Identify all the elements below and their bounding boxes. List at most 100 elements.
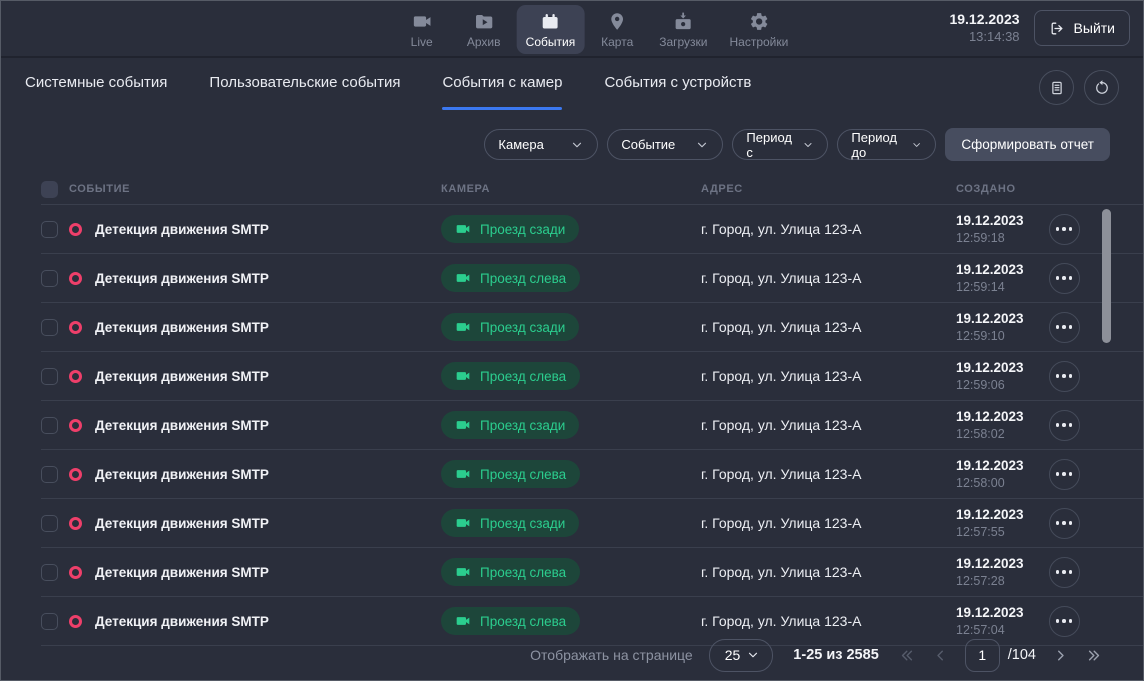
next-page-button[interactable] <box>1052 647 1069 664</box>
chevron-down-icon <box>570 138 584 152</box>
table-header-row: СОБЫТИЕ КАМЕРА АДРЕС СОЗДАНО <box>41 174 1143 205</box>
camera-badge[interactable]: Проезд слева <box>441 460 580 488</box>
camera-icon <box>455 221 471 237</box>
camera-badge[interactable]: Проезд слева <box>441 264 580 292</box>
nav-item-events[interactable]: События <box>517 5 585 54</box>
row-checkbox[interactable] <box>41 319 58 336</box>
scrollbar-thumb[interactable] <box>1102 209 1111 343</box>
report-journal-button[interactable] <box>1039 70 1074 105</box>
row-actions-button[interactable] <box>1049 263 1080 294</box>
row-checkbox[interactable] <box>41 515 58 532</box>
tab-system-events[interactable]: Системные события <box>25 74 167 110</box>
table-row: Детекция движения SMTP Проезд сзади г. Г… <box>41 205 1143 254</box>
table-row: Детекция движения SMTP Проезд сзади г. Г… <box>41 303 1143 352</box>
nav-label: Карта <box>601 35 633 49</box>
row-actions-button[interactable] <box>1049 410 1080 441</box>
nav-item-live[interactable]: Live <box>393 5 451 54</box>
chevron-down-icon <box>911 138 922 152</box>
motion-event-ring-icon <box>69 370 82 383</box>
table-row: Детекция движения SMTP Проезд сзади г. Г… <box>41 401 1143 450</box>
tab-camera-events[interactable]: События с камер <box>442 74 562 110</box>
camera-badge[interactable]: Проезд слева <box>441 558 580 586</box>
row-checkbox[interactable] <box>41 564 58 581</box>
row-actions-button[interactable] <box>1049 214 1080 245</box>
table-row: Детекция движения SMTP Проезд слева г. Г… <box>41 352 1143 401</box>
motion-event-ring-icon <box>69 321 82 334</box>
total-pages-label: /104 <box>1008 647 1036 663</box>
row-actions-button[interactable] <box>1049 557 1080 588</box>
event-name: Детекция движения SMTP <box>95 565 269 580</box>
row-checkbox[interactable] <box>41 221 58 238</box>
nav-item-settings[interactable]: Настройки <box>721 5 798 54</box>
per-page-label: Отображать на странице <box>530 647 693 663</box>
camera-name: Проезд слева <box>480 467 566 482</box>
app-window: Live Архив События Карта Загрузки Настро… <box>0 0 1144 681</box>
header-created: СОЗДАНО <box>956 183 1016 195</box>
created-cell: 19.12.2023 12:59:18 <box>956 212 1036 246</box>
per-page-select[interactable]: 25 <box>709 639 774 672</box>
current-page-input[interactable]: 1 <box>965 639 1000 672</box>
nav-label: Загрузки <box>659 35 707 49</box>
event-address: г. Город, ул. Улица 123-А <box>701 515 956 531</box>
row-actions-button[interactable] <box>1049 312 1080 343</box>
refresh-icon <box>1093 79 1111 97</box>
camera-badge[interactable]: Проезд сзади <box>441 509 579 537</box>
camera-badge[interactable]: Проезд сзади <box>441 313 579 341</box>
event-name: Детекция движения SMTP <box>95 369 269 384</box>
period-from-dropdown[interactable]: Период с <box>732 129 828 160</box>
nav-item-map[interactable]: Карта <box>588 5 646 54</box>
row-checkbox[interactable] <box>41 613 58 630</box>
row-actions-button[interactable] <box>1049 606 1080 637</box>
last-page-button[interactable] <box>1085 647 1102 664</box>
video-camera-icon <box>411 11 432 32</box>
camera-badge[interactable]: Проезд сзади <box>441 215 579 243</box>
event-address: г. Город, ул. Улица 123-А <box>701 319 956 335</box>
event-address: г. Город, ул. Улица 123-А <box>701 417 956 433</box>
created-date: 19.12.2023 <box>956 261 1036 279</box>
created-cell: 19.12.2023 12:57:04 <box>956 604 1036 638</box>
range-label: 1-25 из 2585 <box>793 647 878 663</box>
event-address: г. Город, ул. Улица 123-А <box>701 466 956 482</box>
camera-badge[interactable]: Проезд сзади <box>441 411 579 439</box>
tab-device-events[interactable]: События с устройств <box>604 74 751 110</box>
nav-label: События <box>526 35 576 49</box>
nav-item-archive[interactable]: Архив <box>455 5 513 54</box>
camera-icon <box>455 515 471 531</box>
nav-item-uploads[interactable]: Загрузки <box>650 5 716 54</box>
motion-event-ring-icon <box>69 272 82 285</box>
row-checkbox[interactable] <box>41 270 58 287</box>
motion-event-ring-icon <box>69 223 82 236</box>
camera-download-icon <box>673 11 694 32</box>
created-cell: 19.12.2023 12:57:28 <box>956 555 1036 589</box>
row-actions-button[interactable] <box>1049 361 1080 392</box>
chevron-left-icon <box>932 647 949 664</box>
camera-filter-dropdown[interactable]: Камера <box>484 129 598 160</box>
row-actions-button[interactable] <box>1049 508 1080 539</box>
camera-badge[interactable]: Проезд слева <box>441 607 580 635</box>
logout-icon <box>1049 20 1066 37</box>
select-all-checkbox[interactable] <box>41 181 58 198</box>
refresh-button[interactable] <box>1084 70 1119 105</box>
event-filter-dropdown[interactable]: Событие <box>607 129 723 160</box>
first-page-button[interactable] <box>899 647 916 664</box>
tab-user-events[interactable]: Пользовательские события <box>209 74 400 110</box>
event-address: г. Город, ул. Улица 123-А <box>701 613 956 629</box>
row-checkbox[interactable] <box>41 368 58 385</box>
motion-event-ring-icon <box>69 517 82 530</box>
row-checkbox[interactable] <box>41 466 58 483</box>
created-date: 19.12.2023 <box>956 604 1036 622</box>
generate-report-button[interactable]: Сформировать отчет <box>945 128 1110 161</box>
row-actions-button[interactable] <box>1049 459 1080 490</box>
double-chevron-right-icon <box>1085 647 1102 664</box>
created-cell: 19.12.2023 12:58:00 <box>956 457 1036 491</box>
row-checkbox[interactable] <box>41 417 58 434</box>
period-to-dropdown[interactable]: Период до <box>837 129 936 160</box>
camera-icon <box>455 466 471 482</box>
created-date: 19.12.2023 <box>956 457 1036 475</box>
prev-page-button[interactable] <box>932 647 949 664</box>
logout-button[interactable]: Выйти <box>1034 10 1130 46</box>
camera-name: Проезд сзади <box>480 418 565 433</box>
event-name: Детекция движения SMTP <box>95 467 269 482</box>
camera-badge[interactable]: Проезд слева <box>441 362 580 390</box>
created-time: 12:59:10 <box>956 328 1036 344</box>
